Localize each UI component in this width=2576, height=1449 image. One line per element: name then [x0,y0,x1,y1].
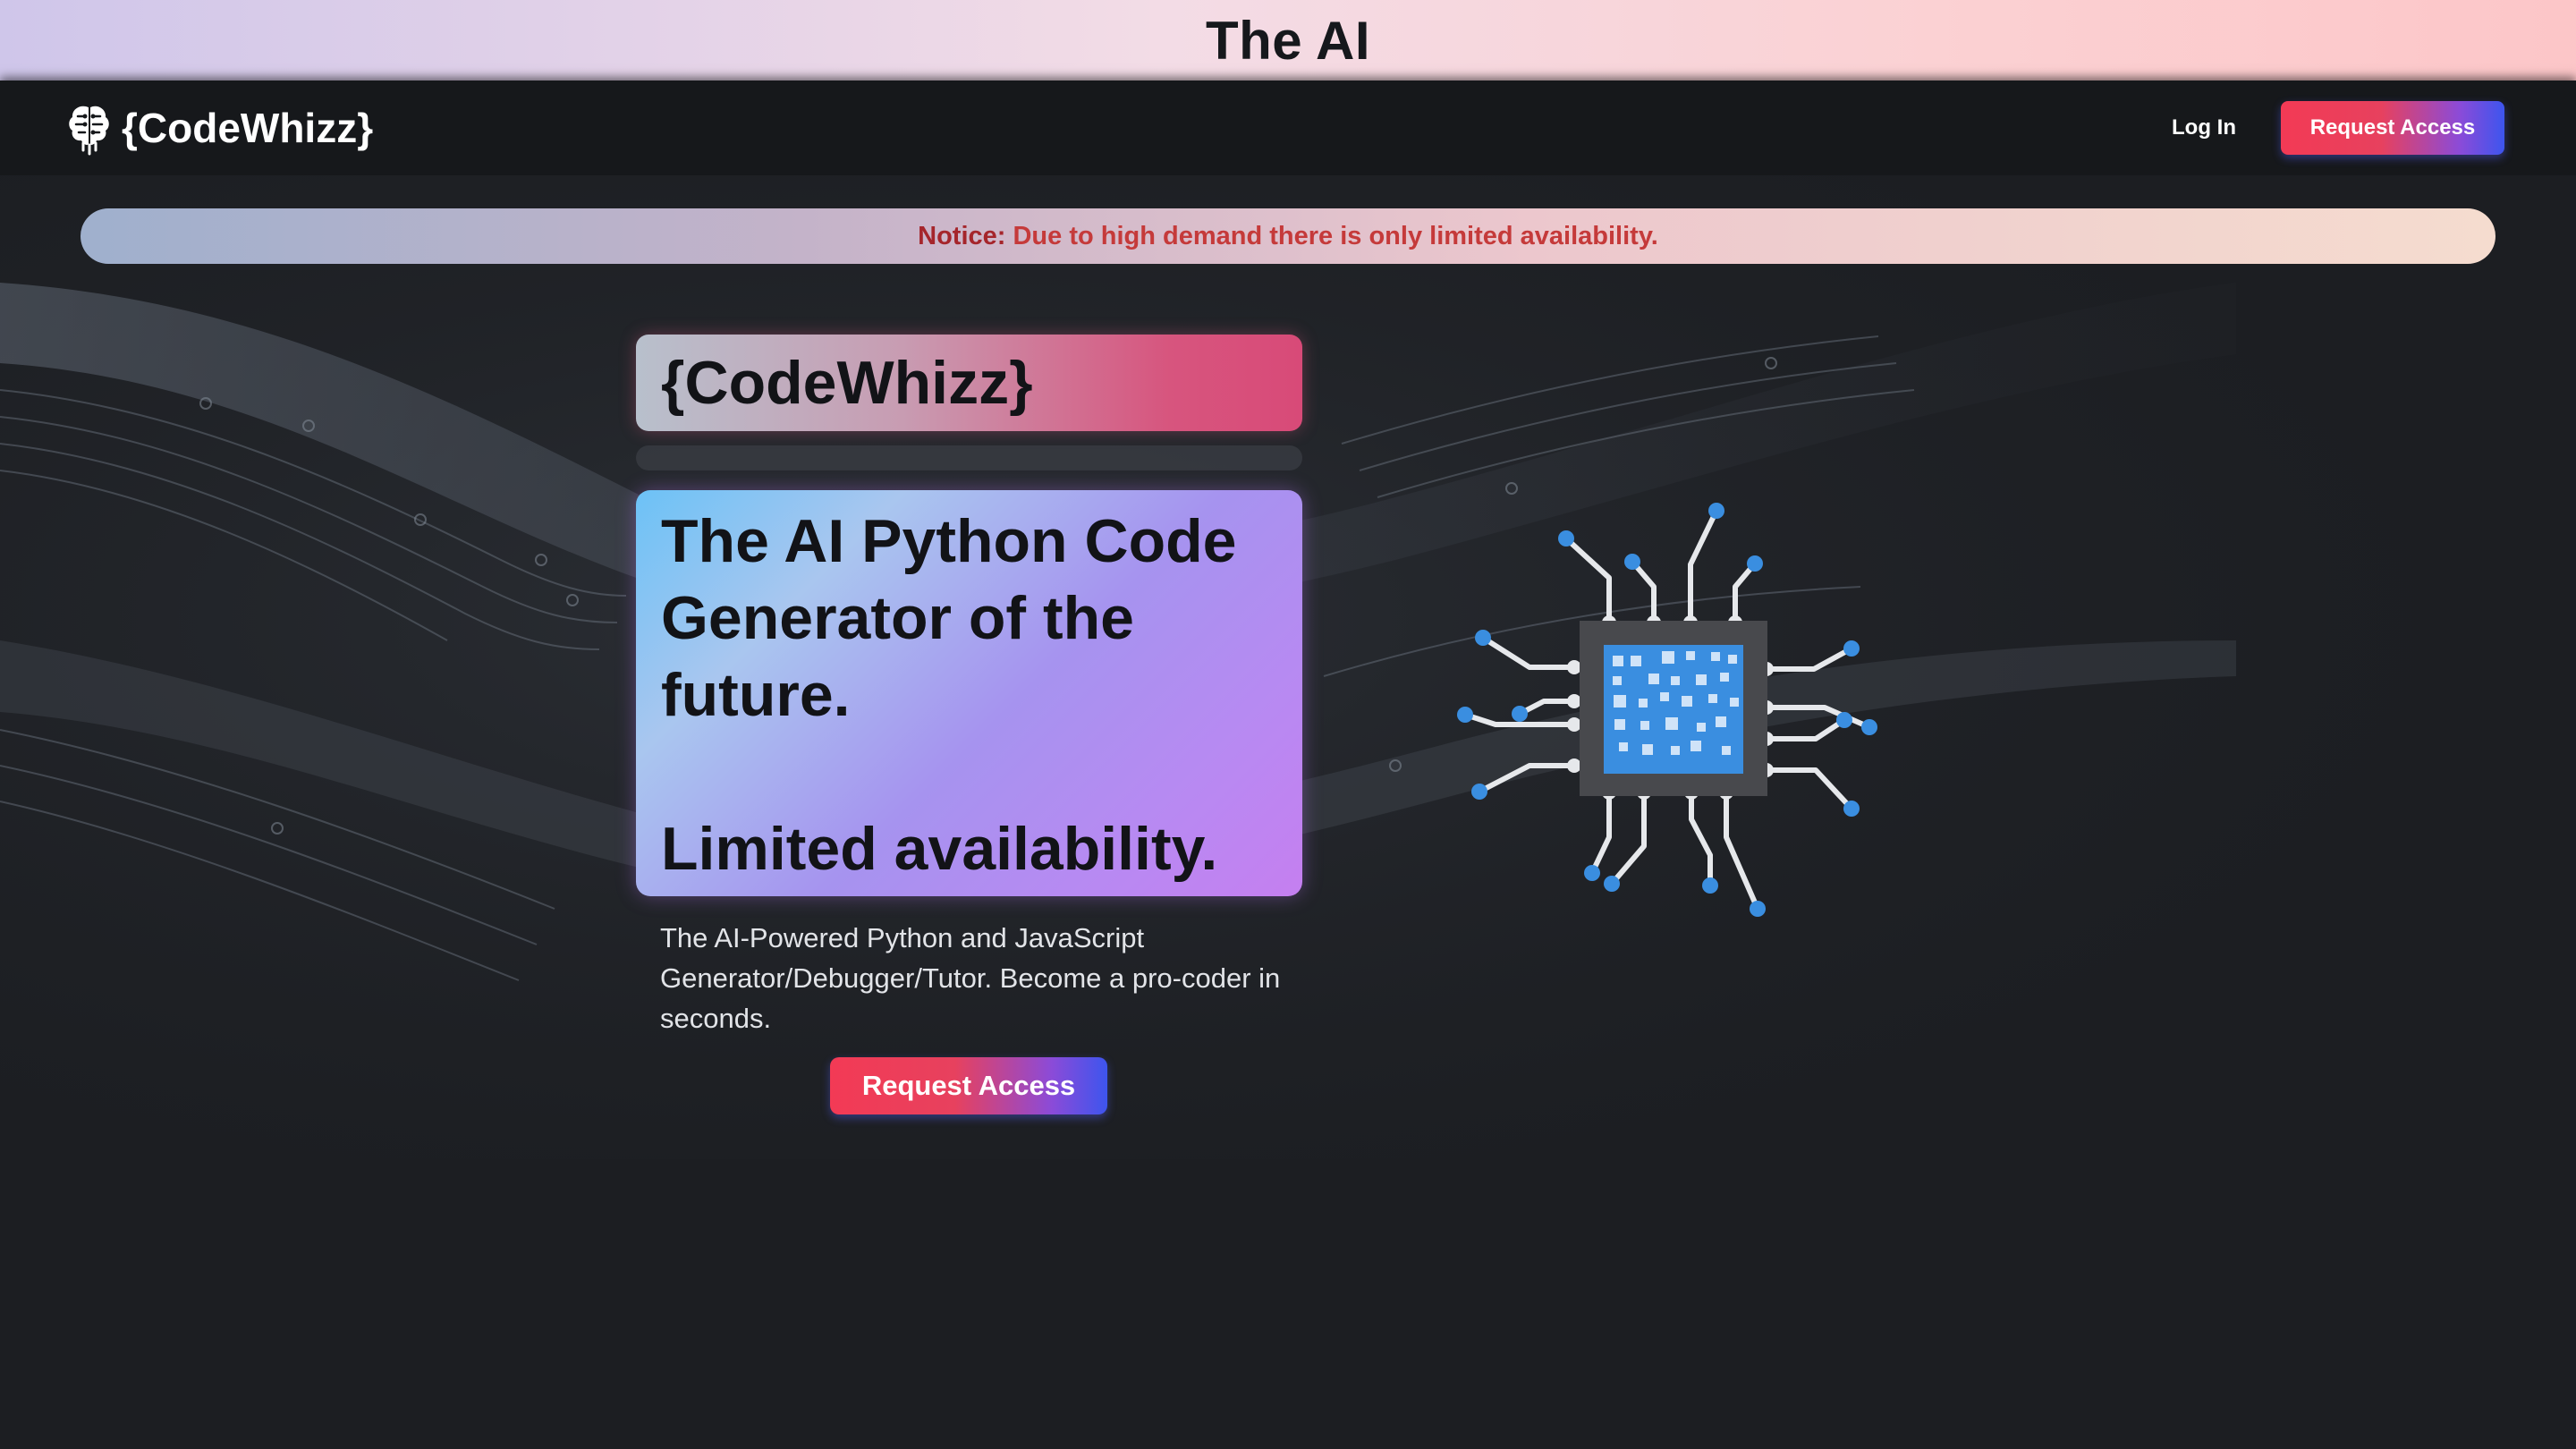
product-name-card: {CodeWhizz} [636,335,1302,431]
notice-banner: Notice: Due to high demand there is only… [80,208,2496,264]
brain-icon [69,106,109,156]
notice-text: Notice: Due to high demand there is only… [918,222,1658,251]
hero-headline: The AI Python Code Generator of the futu… [661,507,1237,729]
request-access-nav-button[interactable]: Request Access [2281,101,2504,155]
login-link[interactable]: Log In [2157,106,2250,149]
divider-bar [636,445,1302,470]
hero-section: Notice: Due to high demand there is only… [0,175,2576,1449]
top-strip-title: The AI [1205,10,1371,71]
top-strip: The AI [0,0,2576,80]
brand-logo[interactable]: {CodeWhizz} [66,100,373,156]
cpu-chip-icon [1457,503,1877,917]
request-access-hero-button[interactable]: Request Access [830,1057,1107,1114]
hero-description: The AI-Powered Python and JavaScript Gen… [660,922,1281,1034]
nav-actions: Log In Request Access [2157,101,2504,155]
hero-subheadline: Limited availability. [661,815,1218,883]
navbar: {CodeWhizz} Log In Request Access [0,80,2576,175]
product-name: {CodeWhizz} [661,349,1033,417]
notice-label: Notice: [918,221,1006,250]
headline-card: The AI Python Code Generator of the futu… [636,490,1302,896]
notice-message: Due to high demand there is only limited… [1013,221,1658,250]
brand-name: {CodeWhizz} [122,105,374,151]
